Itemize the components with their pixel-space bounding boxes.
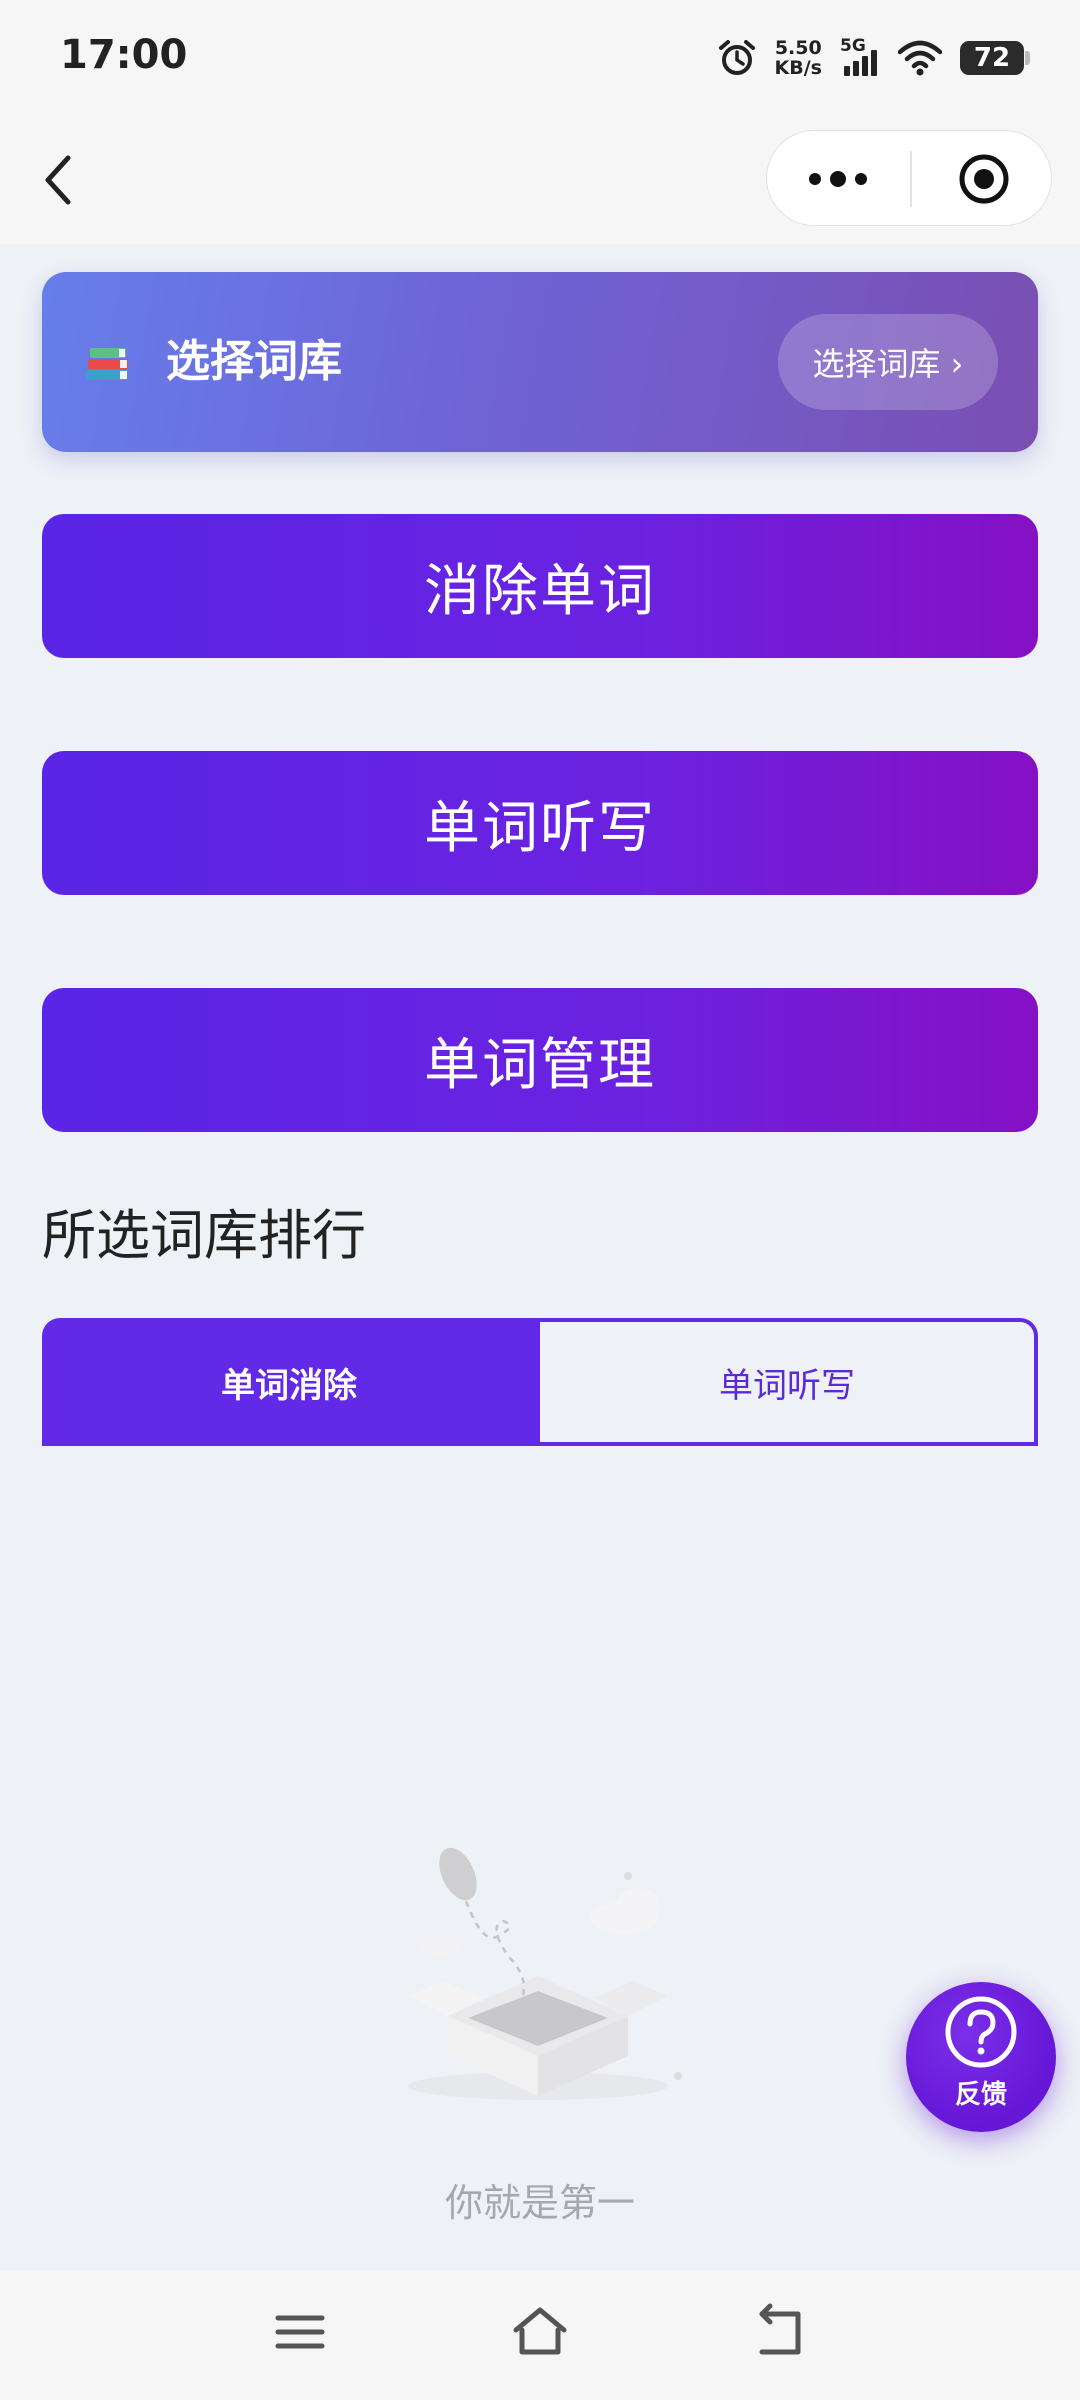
tab-word-elimination[interactable]: 单词消除 xyxy=(42,1318,536,1446)
status-time: 17:00 xyxy=(60,32,188,78)
wifi-icon xyxy=(898,40,942,76)
books-icon xyxy=(86,348,128,380)
status-icons: 5.50 KB/s 5G 72 xyxy=(717,30,1030,86)
chevron-left-icon[interactable] xyxy=(38,150,82,210)
menu-icon[interactable] xyxy=(268,2300,332,2364)
more-dots-icon[interactable] xyxy=(807,163,869,195)
ranking-tabs: 单词消除 单词听写 xyxy=(42,1318,1038,1446)
home-icon[interactable] xyxy=(508,2300,572,2364)
mini-program-capsule xyxy=(766,130,1052,226)
empty-state-text: 你就是第一 xyxy=(444,2181,635,2225)
word-management-button[interactable]: 单词管理 xyxy=(42,988,1038,1132)
return-icon[interactable] xyxy=(748,2300,812,2364)
feedback-label: 反馈 xyxy=(954,2080,1007,2110)
feedback-button[interactable]: 反馈 xyxy=(906,1982,1056,2132)
net-speed-value: 5.50 xyxy=(774,37,822,59)
question-circle-icon xyxy=(945,1996,1017,2068)
ranking-title: 所选词库排行 xyxy=(42,1204,366,1267)
net-speed-unit: KB/s xyxy=(774,57,822,79)
empty-box-illustration xyxy=(408,1847,682,2100)
word-dictation-button[interactable]: 单词听写 xyxy=(42,751,1038,895)
target-icon[interactable] xyxy=(958,153,1010,205)
eliminate-words-button[interactable]: 消除单词 xyxy=(42,514,1038,658)
select-library-banner[interactable]: 选择词库 选择词库 › xyxy=(42,272,1038,452)
signal-icon: 5G xyxy=(840,36,880,78)
battery-indicator: 72 xyxy=(960,41,1030,75)
system-nav-bar xyxy=(0,2270,1080,2400)
select-library-button[interactable]: 选择词库 › xyxy=(778,314,998,410)
capsule-divider xyxy=(910,151,912,207)
banner-title: 选择词库 xyxy=(166,336,342,387)
status-bar: 17:00 5.50 KB/s 5G 72 xyxy=(0,0,1080,118)
tab-word-dictation[interactable]: 单词听写 xyxy=(536,1318,1038,1446)
net-speed: 5.50 KB/s xyxy=(775,38,822,78)
alarm-icon xyxy=(718,40,755,75)
